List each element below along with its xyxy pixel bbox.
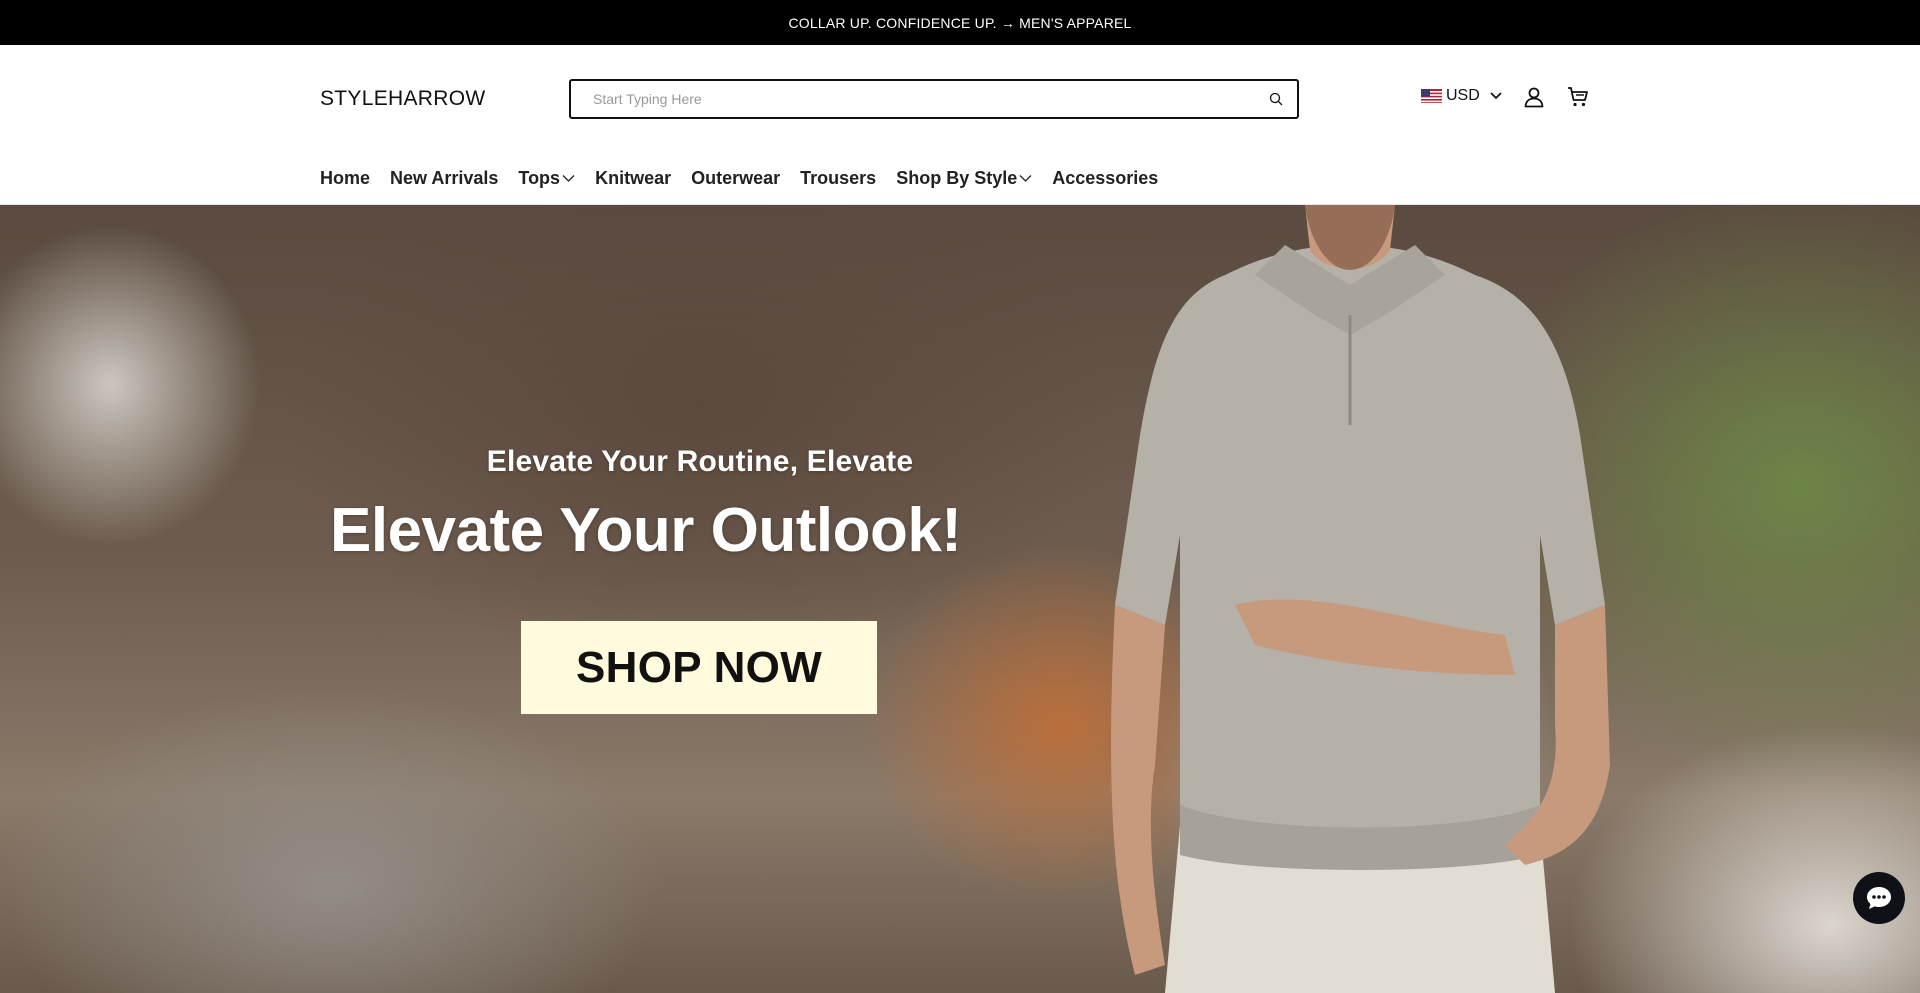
search-input[interactable] [593, 81, 1267, 117]
nav-item-new-arrivals[interactable]: New Arrivals [390, 168, 498, 189]
user-icon[interactable] [1522, 85, 1546, 109]
hero-model-image [1111, 205, 1610, 993]
chat-widget-button[interactable] [1853, 872, 1905, 924]
nav-item-shop-by-style[interactable]: Shop By Style [896, 168, 1032, 189]
search-icon[interactable] [1267, 90, 1285, 108]
nav-item-label: Outerwear [691, 168, 781, 188]
nav-item-label: Tops [518, 168, 561, 188]
hero-subtitle: Elevate Your Routine, Elevate [486, 445, 914, 478]
us-flag-icon [1421, 89, 1442, 103]
shop-now-button[interactable]: SHOP NOW [521, 621, 877, 714]
nav-item-tops[interactable]: Tops [518, 168, 575, 189]
hero-banner: Elevate Your Routine, Elevate Elevate Yo… [0, 205, 1920, 993]
nav-item-knitwear[interactable]: Knitwear [595, 168, 671, 189]
search-bar [569, 79, 1299, 119]
chevron-down-icon [1490, 92, 1502, 100]
nav-item-label: Trousers [800, 168, 877, 188]
store-logo[interactable]: STYLEHARROW [320, 87, 486, 111]
nav-item-label: Home [320, 168, 371, 188]
currency-label: USD [1446, 87, 1480, 104]
nav-item-label: New Arrivals [390, 168, 499, 188]
chevron-down-icon [562, 174, 575, 183]
hero-title: Elevate Your Outlook! [330, 496, 962, 565]
nav-item-label: Shop By Style [896, 168, 1018, 188]
chevron-down-icon [1019, 174, 1032, 183]
main-navigation: Home New Arrivals Tops Knitwear Outerwea… [320, 168, 1158, 189]
announcement-text[interactable]: COLLAR UP. CONFIDENCE UP. → MEN'S APPARE… [788, 15, 1131, 31]
nav-item-trousers[interactable]: Trousers [800, 168, 876, 189]
nav-item-label: Knitwear [595, 168, 672, 188]
cart-icon[interactable] [1566, 85, 1590, 109]
announcement-bar: COLLAR UP. CONFIDENCE UP. → MEN'S APPARE… [0, 0, 1920, 45]
currency-selector[interactable]: USD [1421, 87, 1502, 105]
chat-icon [1865, 885, 1893, 911]
nav-item-outerwear[interactable]: Outerwear [691, 168, 780, 189]
nav-item-accessories[interactable]: Accessories [1052, 168, 1158, 189]
site-header: STYLEHARROW USD [0, 45, 1920, 205]
nav-item-label: Accessories [1052, 168, 1159, 188]
nav-item-home[interactable]: Home [320, 168, 370, 189]
